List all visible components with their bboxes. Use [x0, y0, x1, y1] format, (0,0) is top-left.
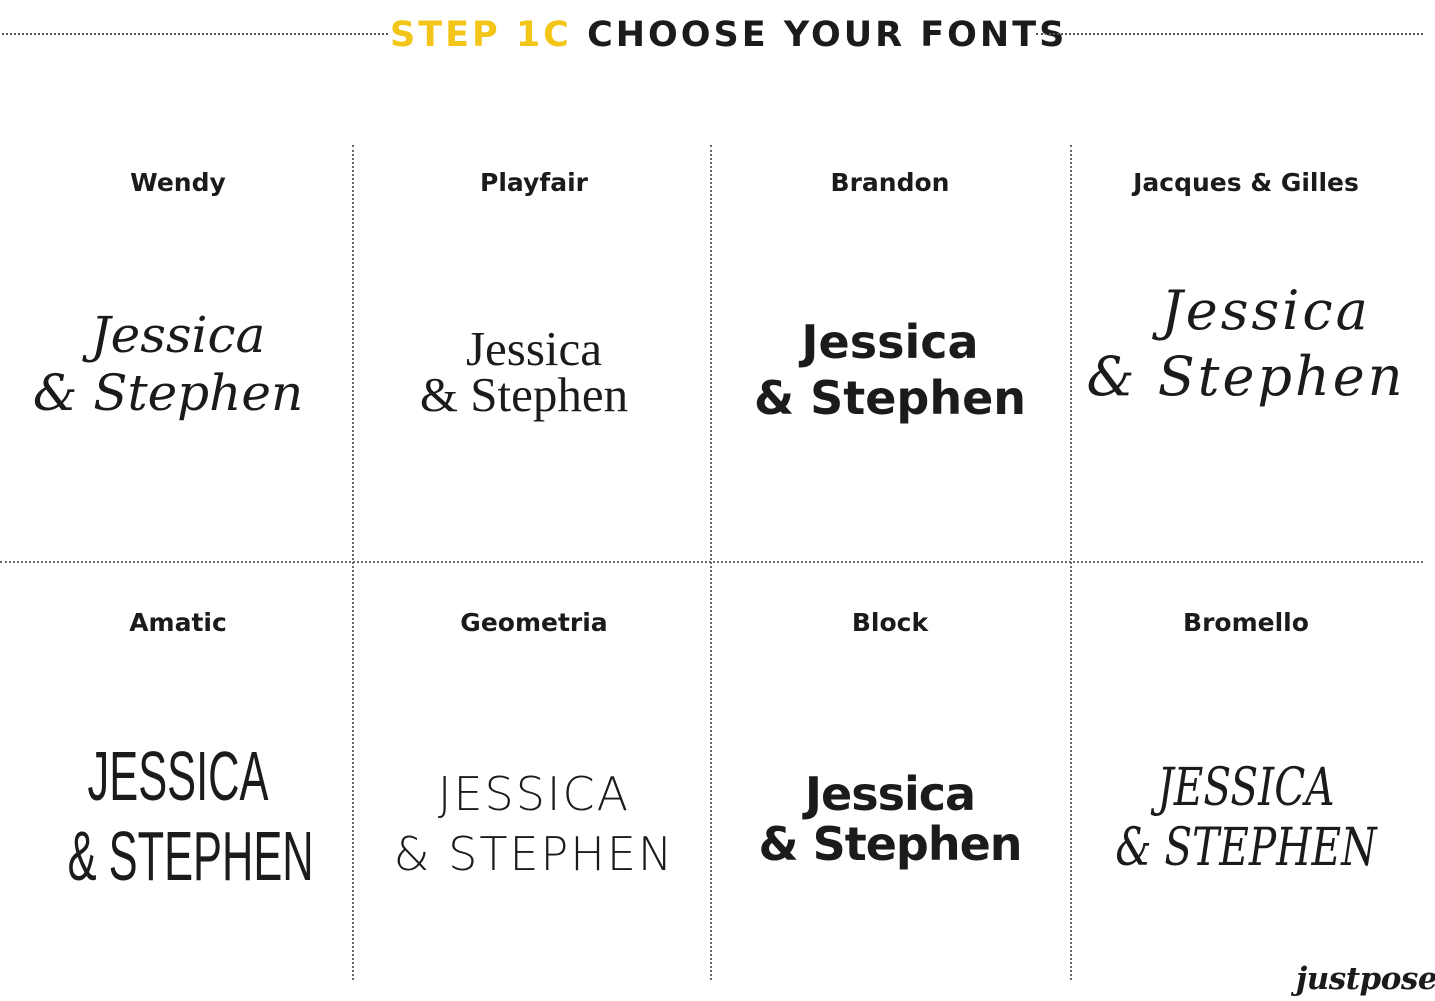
sample-line-1: JESSICA [87, 737, 269, 815]
header-left-divider [2, 33, 388, 35]
font-sample: JESSICA & STEPHEN [67, 736, 314, 896]
font-option-geometria[interactable]: Geometria JESSICA & STEPHEN [356, 586, 712, 1001]
sample-line-2: & Stephen [1086, 345, 1406, 408]
font-option-jacques-gilles[interactable]: Jacques & Gilles Jessica & Stephen [1068, 146, 1424, 561]
font-option-bromello[interactable]: Bromello JESSICA & STEPHEN [1068, 586, 1424, 1001]
sample-line-2: & STEPHEN [67, 817, 314, 895]
font-option-wendy[interactable]: Wendy Jessica & Stephen [0, 146, 356, 561]
sample-line-1: JESSICA [1157, 758, 1335, 818]
sample-line-1: Jessica [801, 315, 979, 369]
page-title: STEP 1C CHOOSE YOUR FONTS [390, 14, 1064, 56]
font-name: Playfair [480, 168, 588, 197]
font-option-playfair[interactable]: Playfair Jessica & Stephen [356, 146, 712, 561]
font-sample: Jessica & Stephen [712, 769, 1068, 869]
sample-line-2: & STEPHEN [393, 827, 675, 881]
page-header: STEP 1C CHOOSE YOUR FONTS [0, 0, 1435, 70]
sample-line-2: & Stephen [419, 367, 629, 422]
font-sample: Jessica & Stephen [0, 306, 356, 422]
font-sample: Jessica & Stephen [712, 314, 1068, 426]
sample-line-1: Jessica [465, 321, 603, 376]
font-sample: Jessica & Stephen [1068, 278, 1424, 410]
step-label: STEP 1C [390, 15, 572, 55]
sample-line-2: & STEPHEN [1115, 818, 1377, 878]
font-sample: Jessica & Stephen [356, 321, 712, 419]
font-sample: JESSICA & STEPHEN [1107, 758, 1385, 878]
sample-line-1: JESSICA [437, 767, 631, 821]
font-option-brandon[interactable]: Brandon Jessica & Stephen [712, 146, 1068, 561]
sample-line-1: Jessica [90, 306, 266, 364]
font-name: Jacques & Gilles [1133, 168, 1359, 197]
font-sample: JESSICA & STEPHEN [356, 764, 712, 884]
font-name: Wendy [130, 168, 226, 197]
font-name: Block [851, 608, 929, 637]
sample-line-2: & Stephen [32, 364, 304, 422]
font-option-amatic[interactable]: Amatic JESSICA & STEPHEN [0, 586, 356, 1001]
sample-line-2: & Stephen [758, 817, 1022, 871]
sample-line-2: & Stephen [753, 371, 1027, 425]
font-option-block[interactable]: Block Jessica & Stephen [712, 586, 1068, 1001]
sample-line-1: Jessica [804, 767, 976, 821]
font-name: Amatic [129, 608, 227, 637]
brand-logo: justpose [1296, 961, 1435, 997]
row-divider [0, 561, 1423, 563]
font-name: Bromello [1183, 608, 1309, 637]
header-right-divider [1036, 33, 1423, 35]
title-label: CHOOSE YOUR FONTS [587, 15, 1068, 55]
font-name: Geometria [460, 608, 608, 637]
font-name: Brandon [830, 168, 950, 197]
sample-line-1: Jessica [1161, 279, 1371, 342]
